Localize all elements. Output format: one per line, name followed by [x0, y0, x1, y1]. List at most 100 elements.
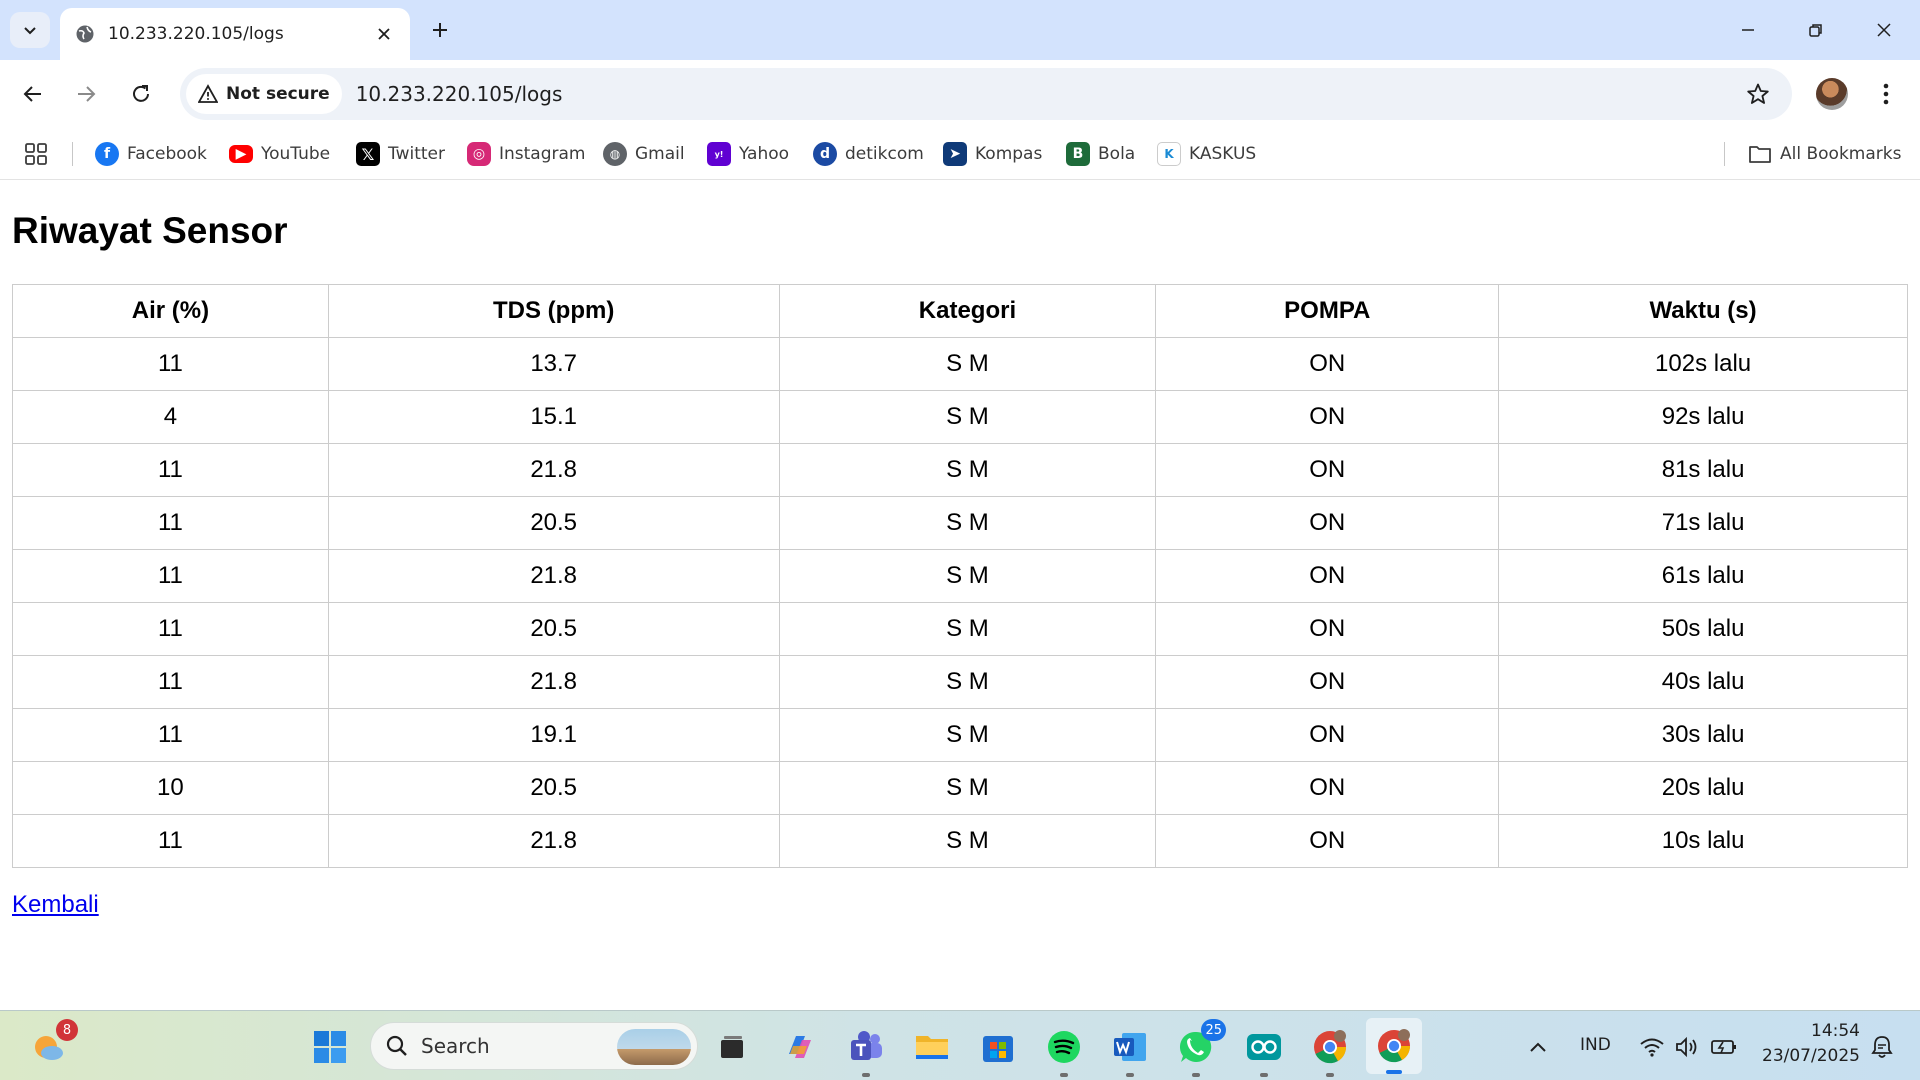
arduino-button[interactable] — [1244, 1027, 1284, 1077]
cell-tds: 20.5 — [327, 602, 780, 656]
table-row: 10 20.5 S M ON 20s lalu — [12, 761, 1908, 815]
cell-pompa: ON — [1155, 708, 1500, 762]
language-indicator[interactable]: IND — [1580, 1035, 1611, 1055]
cell-pompa: ON — [1155, 761, 1500, 815]
apps-button[interactable] — [22, 140, 50, 168]
cell-pompa: ON — [1155, 337, 1500, 391]
clock-time[interactable]: 14:54 — [1811, 1021, 1860, 1041]
windows-logo-icon — [314, 1031, 346, 1063]
cell-pompa: ON — [1155, 602, 1500, 656]
whatsapp-button[interactable]: 25 — [1176, 1019, 1226, 1077]
file-explorer-button[interactable] — [912, 1027, 952, 1067]
cell-tds: 15.1 — [327, 390, 780, 444]
cell-air: 4 — [12, 390, 329, 444]
bookmark-gmail[interactable]: ◍ Gmail — [603, 140, 685, 168]
cell-waktu: 81s lalu — [1498, 443, 1908, 497]
back-link[interactable]: Kembali — [12, 891, 99, 919]
copilot-icon — [789, 1036, 811, 1058]
cell-air: 11 — [12, 814, 329, 868]
bookmarks-bar: f Facebook ▶ YouTube 𝕏 Twitter ◎ Instagr… — [0, 128, 1920, 180]
copilot-button[interactable] — [780, 1027, 820, 1067]
show-hidden-icons-button[interactable] — [1518, 1027, 1558, 1067]
bookmark-youtube[interactable]: ▶ YouTube — [229, 140, 330, 168]
bookmark-kaskus[interactable]: K KASKUS — [1157, 140, 1256, 168]
teams-button[interactable] — [846, 1027, 886, 1077]
restore-button[interactable] — [1792, 10, 1840, 50]
table-row: 11 13.7 S M ON 102s lalu — [12, 337, 1908, 391]
bookmark-bola[interactable]: B Bola — [1066, 140, 1135, 168]
notification-bell-icon — [1871, 1036, 1893, 1058]
tab-close-icon[interactable] — [372, 22, 396, 46]
bookmark-kompas[interactable]: ➤ Kompas — [943, 140, 1042, 168]
cell-pompa: ON — [1155, 390, 1500, 444]
microsoft-store-button[interactable] — [978, 1027, 1018, 1067]
task-view-button[interactable] — [712, 1027, 752, 1067]
youtube-icon: ▶ — [229, 145, 253, 163]
start-button[interactable] — [310, 1027, 350, 1067]
browser-menu-button[interactable] — [1868, 76, 1904, 112]
cell-tds: 20.5 — [327, 496, 780, 550]
profile-avatar[interactable] — [1816, 78, 1848, 110]
spotify-button[interactable] — [1044, 1027, 1084, 1077]
bookmark-star-button[interactable] — [1744, 80, 1772, 108]
chrome-active-button[interactable] — [1366, 1018, 1422, 1074]
cell-pompa: ON — [1155, 655, 1500, 709]
reload-button[interactable] — [123, 76, 159, 112]
network-button[interactable] — [1632, 1027, 1672, 1067]
word-button[interactable] — [1110, 1027, 1150, 1077]
bookmark-instagram[interactable]: ◎ Instagram — [467, 140, 586, 168]
volume-button[interactable] — [1668, 1027, 1708, 1067]
minimize-button[interactable] — [1724, 10, 1772, 50]
bookmark-twitter[interactable]: 𝕏 Twitter — [356, 140, 445, 168]
notifications-button[interactable] — [1862, 1027, 1902, 1067]
forward-button[interactable] — [68, 76, 104, 112]
all-bookmarks-button[interactable]: All Bookmarks — [1748, 140, 1901, 168]
speaker-icon — [1676, 1036, 1697, 1058]
cell-kategori: S M — [778, 443, 1157, 497]
running-indicator — [1326, 1073, 1334, 1077]
bookmark-yahoo[interactable]: y! Yahoo — [707, 140, 789, 168]
cell-waktu: 40s lalu — [1498, 655, 1908, 709]
clock-date[interactable]: 23/07/2025 — [1762, 1046, 1860, 1066]
arrow-right-icon — [78, 86, 96, 102]
kaskus-icon: K — [1157, 142, 1181, 166]
x-logo-icon: 𝕏 — [356, 142, 380, 166]
cell-air: 11 — [12, 337, 329, 391]
whatsapp-badge: 25 — [1201, 1019, 1226, 1041]
sensor-log-table: Air (%) TDS (ppm) Kategori POMPA Waktu (… — [12, 284, 1908, 868]
table-row: 11 20.5 S M ON 50s lalu — [12, 602, 1908, 656]
security-chip[interactable]: Not secure — [186, 74, 342, 114]
search-highlight-image — [617, 1029, 691, 1065]
chrome-profile-button[interactable] — [1310, 1027, 1350, 1077]
bookmark-facebook[interactable]: f Facebook — [95, 140, 207, 168]
new-tab-button[interactable] — [424, 14, 456, 46]
cell-kategori: S M — [778, 814, 1157, 868]
battery-button[interactable] — [1704, 1027, 1744, 1067]
browser-toolbar: Not secure 10.233.220.105/logs — [0, 60, 1920, 128]
taskbar-search[interactable]: Search — [370, 1022, 698, 1070]
cell-tds: 21.8 — [327, 443, 780, 497]
folder-icon — [916, 1036, 948, 1059]
more-vertical-icon — [1883, 83, 1889, 105]
page-content: Riwayat Sensor Air (%) TDS (ppm) Kategor… — [0, 181, 1920, 1010]
bookmarks-divider — [1724, 142, 1725, 166]
close-window-button[interactable] — [1860, 10, 1908, 50]
cell-air: 11 — [12, 655, 329, 709]
running-indicator — [1060, 1073, 1068, 1077]
bookmark-label: Bola — [1098, 144, 1136, 164]
bookmark-detikcom[interactable]: d detikcom — [813, 140, 924, 168]
table-row: 4 15.1 S M ON 92s lalu — [12, 390, 1908, 444]
back-button[interactable] — [15, 76, 51, 112]
tab-search-button[interactable] — [10, 12, 50, 48]
minimize-icon — [1742, 29, 1754, 31]
facebook-icon: f — [95, 142, 119, 166]
weather-widget[interactable]: 8 — [28, 1019, 78, 1067]
detik-icon: d — [813, 142, 837, 166]
table-row: 11 19.1 S M ON 30s lalu — [12, 708, 1908, 762]
address-bar[interactable]: Not secure 10.233.220.105/logs — [180, 68, 1792, 120]
yahoo-icon: y! — [707, 142, 731, 166]
chevron-up-icon — [1530, 1042, 1546, 1052]
active-tab[interactable]: 10.233.220.105/logs — [60, 8, 410, 60]
url-text[interactable]: 10.233.220.105/logs — [356, 82, 563, 106]
windows-taskbar: 8 Search 25 IND 14:54 23/07/2025 — [0, 1010, 1920, 1080]
